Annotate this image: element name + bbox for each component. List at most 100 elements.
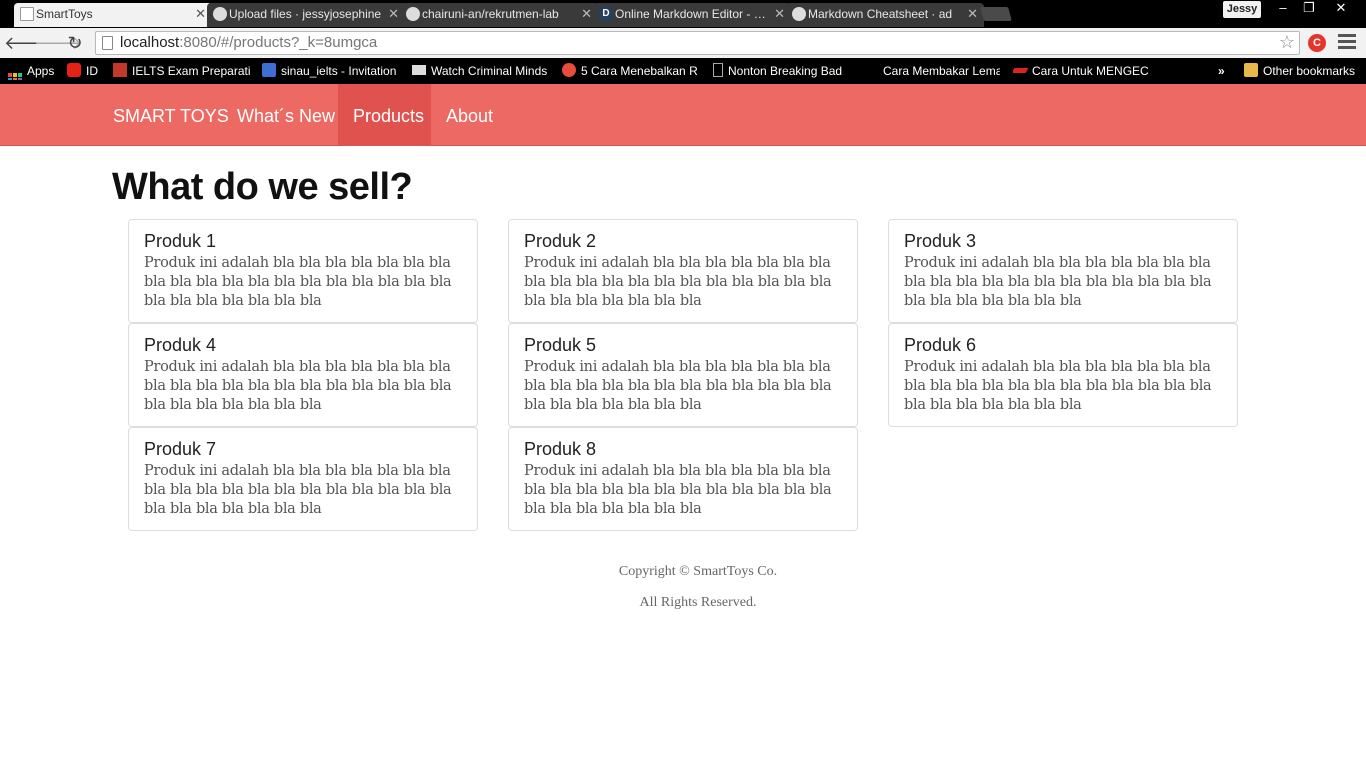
product-description: Produk ini adalah bla bla bla bla bla bl… (144, 463, 452, 517)
browser-tab-strip: SmartToys ✕ Upload files · jessyjosephin… (0, 0, 1366, 28)
product-description: Produk ini adalah bla bla bla bla bla bl… (144, 359, 452, 413)
product-card-6: Produk 6 Produk ini adalah bla bla bla b… (888, 323, 1238, 427)
page-icon (20, 7, 34, 21)
youtube-icon (67, 63, 81, 77)
product-title: Produk 3 (904, 231, 977, 251)
bookmarks-bar: Apps ID IELTS Exam Preparation sinau_iel… (0, 58, 1366, 84)
product-title: Produk 8 (524, 439, 597, 459)
bookmark-label: Other bookmarks (1263, 64, 1356, 78)
extension-icon[interactable]: C (1308, 34, 1326, 52)
url-path: :8080/#/products?_k=8umgca (179, 34, 378, 51)
bookmark-label: 5 Cara Menebalkan Rambut (581, 64, 698, 78)
github-icon (406, 7, 420, 21)
product-title: Produk 1 (144, 231, 217, 251)
tab-title: chairuni-an/rekrutmen-lab (422, 7, 559, 21)
bookmarks-overflow-button[interactable]: » (1218, 62, 1225, 80)
invitation-icon (262, 63, 276, 77)
bookmark-label: Watch Criminal Minds (431, 64, 548, 78)
address-bar[interactable]: localhost:8080/#/products?_k=8umgca ☆ (95, 31, 1300, 55)
bookmark-ielts[interactable]: IELTS Exam Preparation (113, 62, 251, 80)
url-text: localhost:8080/#/products?_k=8umgca (120, 34, 377, 51)
bookmark-label: Apps (27, 64, 55, 78)
reload-icon[interactable]: ↻ (63, 31, 87, 55)
restore-icon[interactable]: ❐ (1296, 0, 1322, 18)
folder-icon (1244, 63, 1258, 77)
close-icon[interactable]: ✕ (967, 3, 978, 25)
copyright-text: Copyright © SmartToys Co. (618, 564, 778, 579)
bookmark-label: ID (86, 64, 98, 78)
bookmark-sinau-ielts[interactable]: sinau_ielts - Invitation (262, 62, 398, 80)
tab-title: SmartToys (36, 7, 93, 21)
bookmark-membakar-lemak[interactable]: Cara Membakar Lemak (864, 62, 1000, 80)
new-tab-button[interactable] (980, 7, 1012, 21)
product-title: Produk 2 (524, 231, 597, 251)
nav-whats-new[interactable]: What´s New (222, 84, 350, 145)
tab-title: Markdown Cheatsheet · ad (808, 7, 953, 21)
product-title: Produk 7 (144, 439, 217, 459)
page-title: What do we sell? (112, 166, 413, 208)
product-title: Produk 5 (524, 335, 597, 355)
product-card-1: Produk 1 Produk ini adalah bla bla bla b… (128, 219, 478, 323)
close-icon[interactable]: ✕ (774, 3, 785, 25)
github-icon (792, 7, 806, 21)
product-card-7: Produk 7 Produk ini adalah bla bla bla b… (128, 427, 478, 531)
product-description: Produk ini adalah bla bla bla bla bla bl… (904, 359, 1212, 413)
site-footer: Copyright © SmartToys Co. All Rights Res… (0, 562, 1366, 624)
bookmark-apps[interactable]: Apps (8, 62, 54, 80)
url-host: localhost (120, 34, 180, 51)
page-icon (102, 36, 113, 50)
bookmark-label: Cara Untuk MENGECILKAN (1032, 64, 1149, 78)
product-description: Produk ini adalah bla bla bla bla bla bl… (904, 255, 1212, 309)
close-icon[interactable]: ✕ (195, 3, 206, 25)
profile-button[interactable]: Jessy (1223, 1, 1261, 18)
browser-toolbar: 🡐 🡒 ↻ localhost:8080/#/products?_k=8umgc… (0, 28, 1366, 58)
browser-tab-smarttoys[interactable]: SmartToys ✕ (14, 3, 212, 27)
blank-icon (864, 63, 878, 77)
back-arrow-icon[interactable]: 🡐 (4, 31, 52, 55)
bookmark-breaking-bad[interactable]: Nonton Breaking Bad (713, 62, 849, 80)
bookmark-label: IELTS Exam Preparation (132, 64, 251, 78)
nav-about[interactable]: About (431, 84, 508, 145)
product-title: Produk 4 (144, 335, 217, 355)
close-icon[interactable]: ✕ (388, 3, 399, 25)
browser-tab-upload-files[interactable]: Upload files · jessyjosephine ✕ (207, 3, 405, 27)
apps-grid-icon (8, 73, 22, 80)
browser-tab-markdown-cheatsheet[interactable]: Markdown Cheatsheet · ad ✕ (786, 3, 984, 27)
browser-tab-rekrutmen[interactable]: chairuni-an/rekrutmen-lab ✕ (400, 3, 598, 27)
nav-products[interactable]: Products (338, 84, 431, 145)
bookmark-criminal-minds[interactable]: Watch Criminal Minds (412, 62, 549, 80)
product-title: Produk 6 (904, 335, 977, 355)
bookmark-menebalkan[interactable]: 5 Cara Menebalkan Rambut (562, 62, 698, 80)
minimize-icon[interactable]: – (1270, 0, 1296, 18)
menu-icon[interactable] (1338, 34, 1356, 52)
tab-title: Online Markdown Editor - … (615, 7, 766, 21)
swoosh-icon (1013, 68, 1029, 73)
product-description: Produk ini adalah bla bla bla bla bla bl… (144, 255, 452, 309)
bookmark-label: Nonton Breaking Bad (728, 64, 843, 78)
product-description: Produk ini adalah bla bla bla bla bla bl… (524, 463, 832, 517)
product-card-5: Produk 5 Produk ini adalah bla bla bla b… (508, 323, 858, 427)
product-card-3: Produk 3 Produk ini adalah bla bla bla b… (888, 219, 1238, 323)
product-description: Produk ini adalah bla bla bla bla bla bl… (524, 255, 832, 309)
video-icon (412, 65, 426, 75)
rights-text: All Rights Reserved. (639, 595, 757, 610)
product-card-8: Produk 8 Produk ini adalah bla bla bla b… (508, 427, 858, 531)
bookmark-label: sinau_ielts - Invitation (281, 64, 397, 78)
bookmark-id[interactable]: ID (67, 62, 98, 80)
product-description: Produk ini adalah bla bla bla bla bla bl… (524, 359, 832, 413)
other-bookmarks[interactable]: Other bookmarks (1244, 62, 1355, 80)
browser-tab-markdown-editor[interactable]: D Online Markdown Editor - … ✕ (593, 3, 791, 27)
window-close-icon[interactable]: ✕ (1328, 0, 1354, 18)
bookmark-mengecilkan[interactable]: Cara Untuk MENGECILKAN (1013, 62, 1149, 80)
bookmark-label: Cara Membakar Lemak (883, 64, 1000, 78)
close-icon[interactable]: ✕ (581, 3, 592, 25)
tab-title: Upload files · jessyjosephine (229, 7, 382, 21)
ielts-icon (113, 63, 127, 77)
forward-arrow-icon[interactable]: 🡒 (34, 31, 82, 55)
product-card-4: Produk 4 Produk ini adalah bla bla bla b… (128, 323, 478, 427)
star-icon[interactable]: ☆ (1279, 32, 1295, 53)
github-icon (213, 7, 227, 21)
product-card-2: Produk 2 Produk ini adalah bla bla bla b… (508, 219, 858, 323)
heart-icon (562, 63, 576, 77)
site-navbar: SMART TOYS What´s New Products About (0, 84, 1366, 146)
